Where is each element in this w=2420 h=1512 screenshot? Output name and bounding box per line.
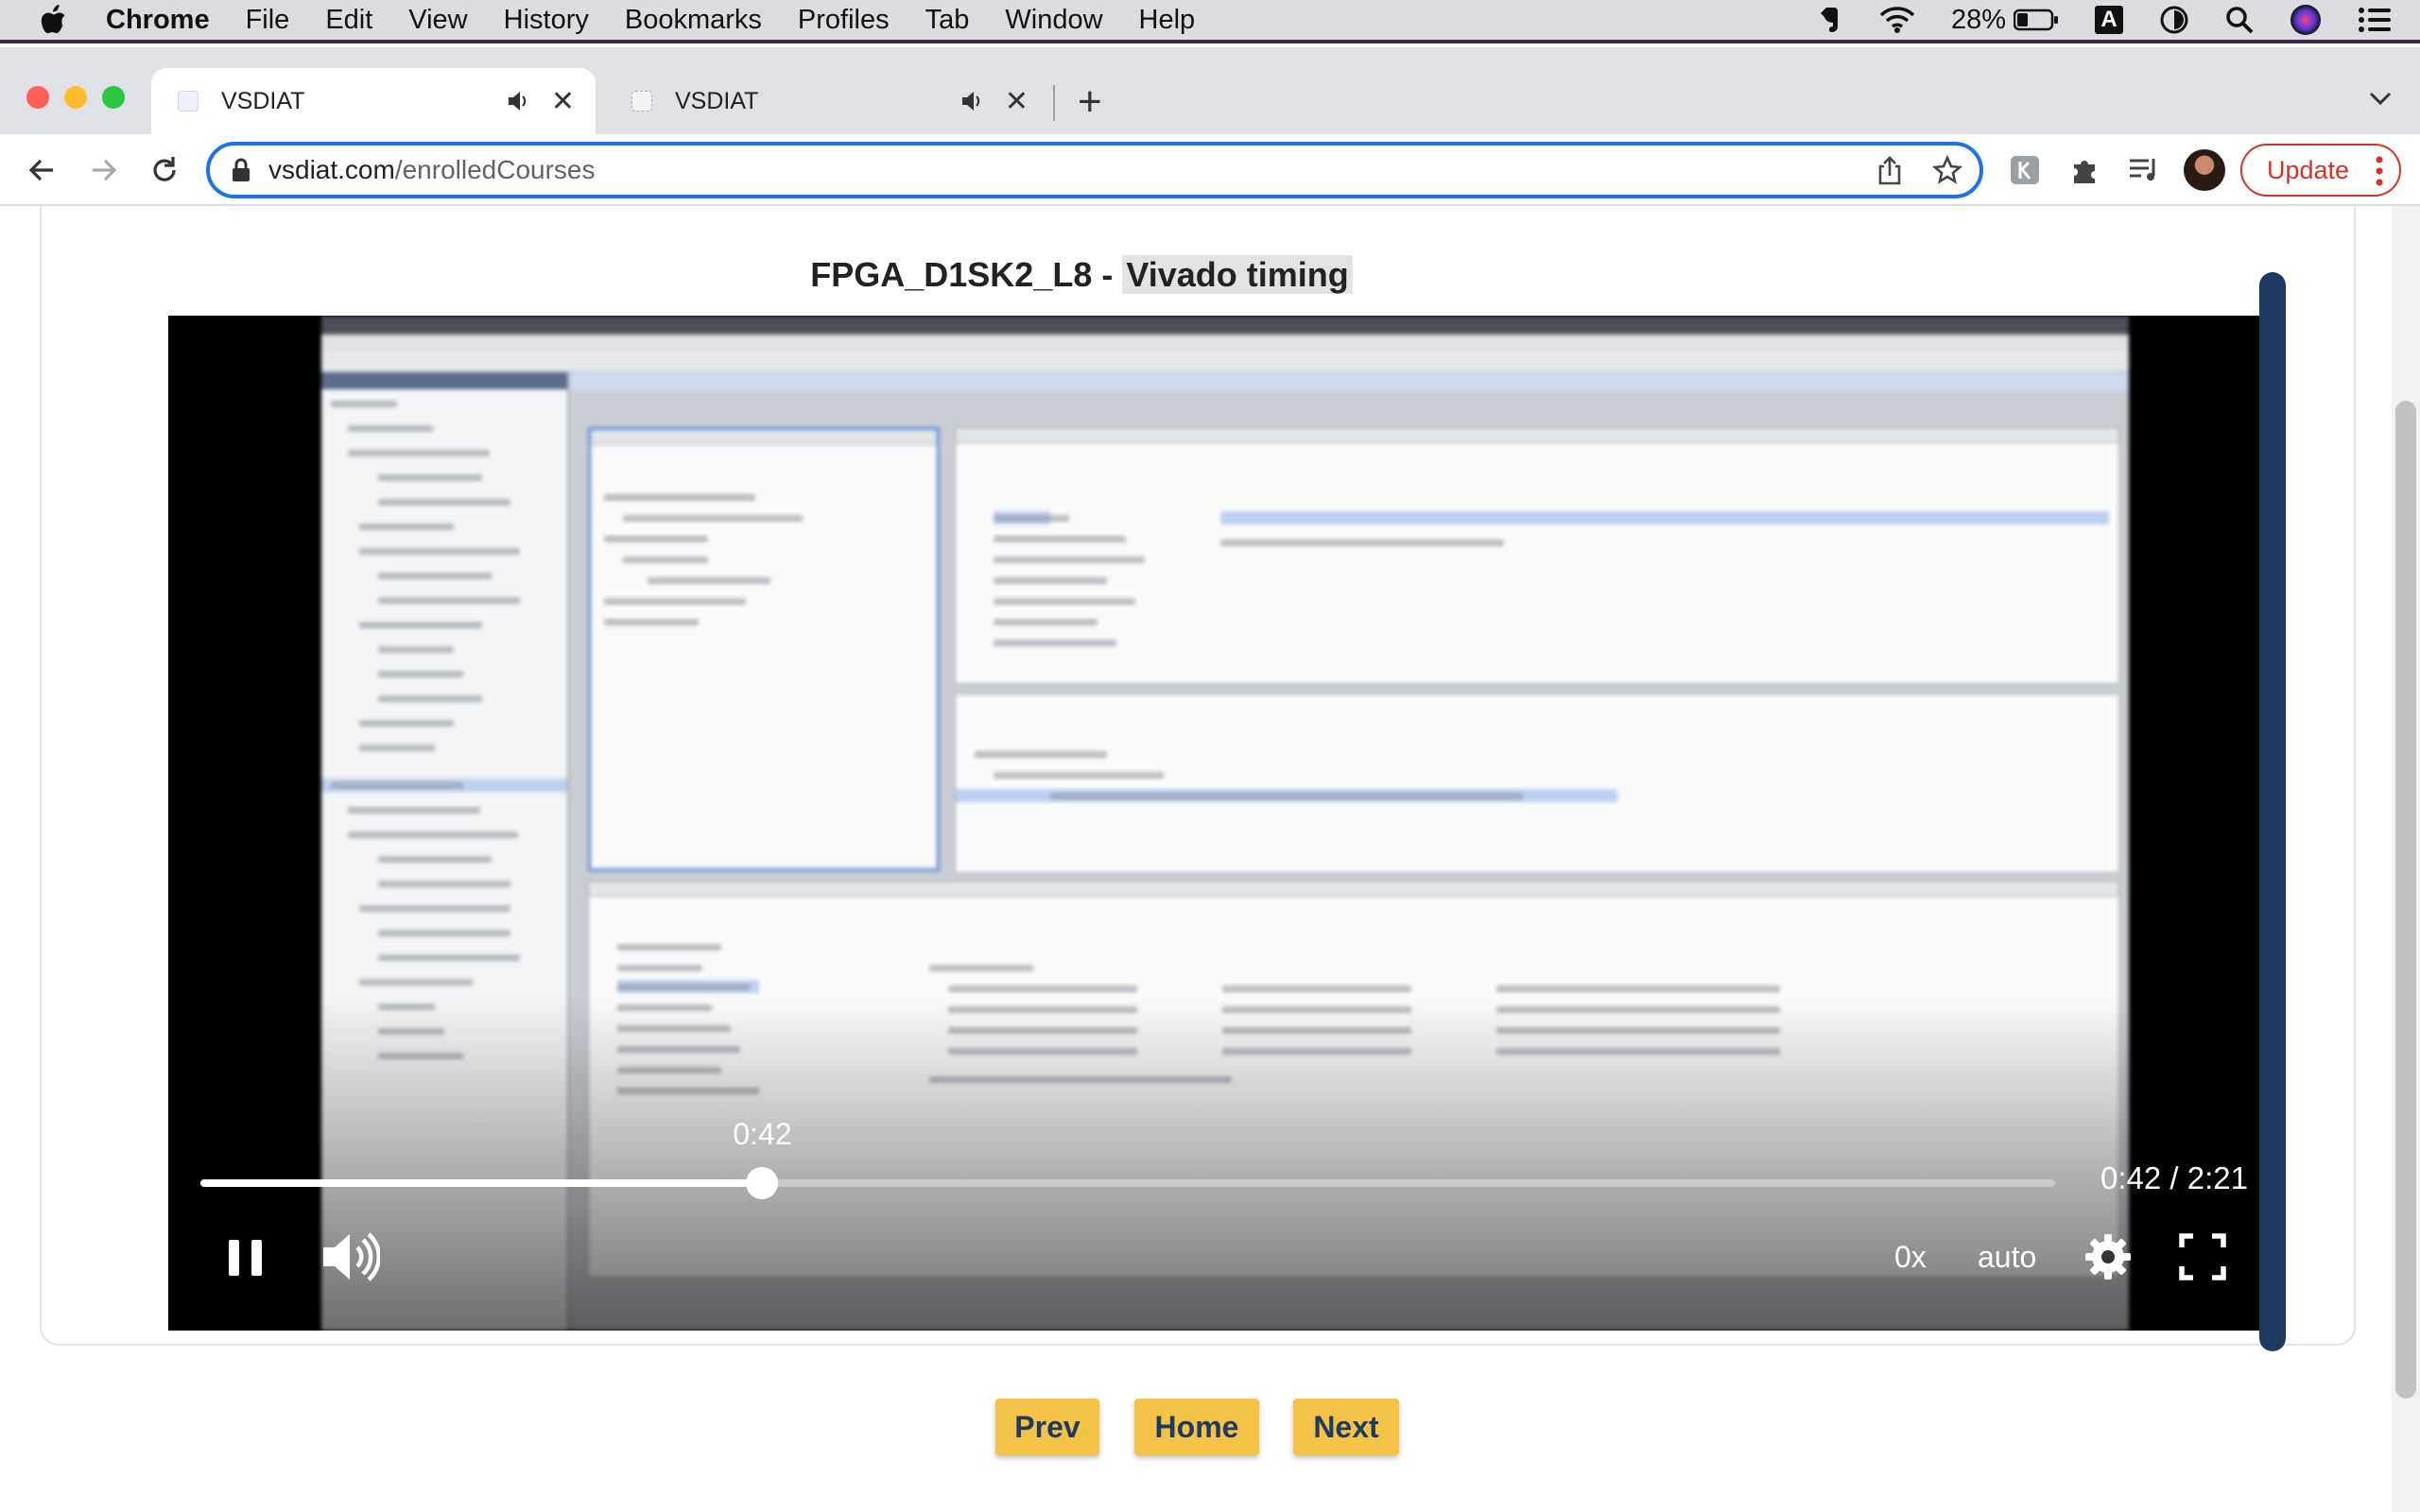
- siri-icon[interactable]: [2290, 4, 2322, 36]
- battery-percent: 28%: [1950, 4, 2006, 35]
- page-content: FPGA_D1SK2_L8 - Vivado timing 0:42 0:42 …: [0, 206, 2420, 1512]
- seek-bar-played: [200, 1179, 763, 1187]
- update-button[interactable]: Update: [2240, 144, 2401, 197]
- back-icon[interactable]: [25, 153, 59, 187]
- video-player[interactable]: 0:42 0:42 / 2:21 0x auto: [168, 316, 2282, 1331]
- page-scrollbar-thumb[interactable]: [2395, 401, 2416, 1399]
- menubar-status-area: 28% A: [1815, 0, 2392, 40]
- fullscreen-icon[interactable]: [2176, 1230, 2229, 1283]
- share-icon[interactable]: [1876, 155, 1904, 185]
- tab-close-icon[interactable]: ✕: [551, 85, 575, 118]
- lesson-title: FPGA_D1SK2_L8 - Vivado timing: [42, 255, 2121, 295]
- window-close-button[interactable]: [26, 86, 49, 109]
- next-button[interactable]: Next: [1293, 1399, 1399, 1455]
- menu-view[interactable]: View: [408, 5, 467, 36]
- lesson-title-highlight: Vivado timing: [1122, 255, 1353, 294]
- page-scrollbar[interactable]: [2392, 206, 2420, 1512]
- focus-mode-icon[interactable]: [2159, 5, 2189, 35]
- input-source-label: A: [2095, 6, 2123, 34]
- prev-button[interactable]: Prev: [995, 1399, 1099, 1455]
- forward-icon[interactable]: [87, 153, 121, 187]
- tab-separator: [1053, 85, 1055, 121]
- tab-audio-icon[interactable]: [959, 89, 984, 113]
- seek-hover-time: 0:42: [733, 1117, 792, 1151]
- tab-search-chevron-icon[interactable]: [2367, 89, 2394, 108]
- menu-window[interactable]: Window: [1005, 5, 1102, 36]
- battery-icon: [2014, 9, 2058, 31]
- window-minimize-button[interactable]: [64, 86, 87, 109]
- quality-button[interactable]: auto: [1978, 1240, 2036, 1275]
- bookmark-star-icon[interactable]: [1932, 155, 1962, 185]
- tab-vsdiat-active[interactable]: VSDIAT ✕: [151, 68, 596, 134]
- tab-close-icon[interactable]: ✕: [1005, 85, 1028, 118]
- input-source-icon[interactable]: A: [2095, 6, 2123, 34]
- tab-title: VSDIAT: [221, 87, 305, 114]
- tab-favicon: [178, 91, 199, 112]
- tab-audio-icon[interactable]: [506, 89, 530, 113]
- lesson-card: FPGA_D1SK2_L8 - Vivado timing 0:42 0:42 …: [40, 206, 2356, 1346]
- browser-tab-strip: VSDIAT ✕ VSDIAT ✕ +: [0, 47, 2420, 134]
- wifi-icon[interactable]: [1879, 6, 1915, 34]
- controls-gradient: [168, 996, 2282, 1331]
- menu-file[interactable]: File: [246, 5, 290, 36]
- menu-bookmarks[interactable]: Bookmarks: [625, 5, 762, 36]
- url-host: vsdiat.com: [268, 155, 395, 184]
- pause-icon[interactable]: [223, 1232, 268, 1283]
- tab-vsdiat[interactable]: VSDIAT ✕: [605, 68, 1049, 134]
- volume-icon[interactable]: [320, 1227, 380, 1287]
- apple-logo-icon[interactable]: [40, 5, 68, 35]
- battery-status[interactable]: 28%: [1951, 5, 2059, 36]
- settings-gear-icon[interactable]: [2082, 1230, 2135, 1283]
- browser-toolbar: vsdiat.com/enrolledCourses Update: [0, 134, 2420, 206]
- menu-app-name[interactable]: Chrome: [106, 5, 210, 36]
- time-display: 0:42 / 2:21: [2100, 1160, 2248, 1195]
- playback-speed-button[interactable]: 0x: [1894, 1240, 1927, 1275]
- extensions-puzzle-icon[interactable]: [2068, 153, 2102, 187]
- spotlight-search-icon[interactable]: [2225, 6, 2254, 34]
- tab-favicon: [631, 91, 652, 112]
- lock-icon[interactable]: [231, 158, 251, 182]
- lesson-list-scrollbar[interactable]: [2259, 272, 2286, 1351]
- address-bar[interactable]: vsdiat.com/enrolledCourses: [206, 142, 1983, 198]
- reload-icon[interactable]: [147, 153, 182, 187]
- new-tab-button[interactable]: +: [1078, 81, 1102, 123]
- profile-avatar[interactable]: [2184, 149, 2225, 191]
- url-path: /enrolledCourses: [394, 155, 596, 184]
- home-button[interactable]: Home: [1134, 1399, 1259, 1455]
- tab-title: VSDIAT: [675, 87, 759, 114]
- macos-menu-bar: Chrome File Edit View History Bookmarks …: [0, 0, 2420, 43]
- seek-bar[interactable]: [200, 1167, 2055, 1199]
- control-center-icon[interactable]: [2358, 6, 2392, 34]
- more-menu-icon[interactable]: [2375, 155, 2384, 187]
- window-zoom-button[interactable]: [102, 86, 125, 109]
- evernote-icon[interactable]: [1815, 6, 1843, 34]
- menu-history[interactable]: History: [504, 5, 589, 36]
- extension-k-icon[interactable]: [2008, 153, 2042, 187]
- update-label: Update: [2267, 155, 2350, 184]
- lesson-title-prefix: FPGA_D1SK2_L8 -: [810, 255, 1123, 294]
- media-queue-icon[interactable]: [2127, 153, 2161, 187]
- menu-profiles[interactable]: Profiles: [798, 5, 890, 36]
- menu-tab[interactable]: Tab: [925, 5, 970, 36]
- menu-edit[interactable]: Edit: [325, 5, 372, 36]
- url-text: vsdiat.com/enrolledCourses: [268, 155, 1876, 185]
- menu-help[interactable]: Help: [1139, 5, 1196, 36]
